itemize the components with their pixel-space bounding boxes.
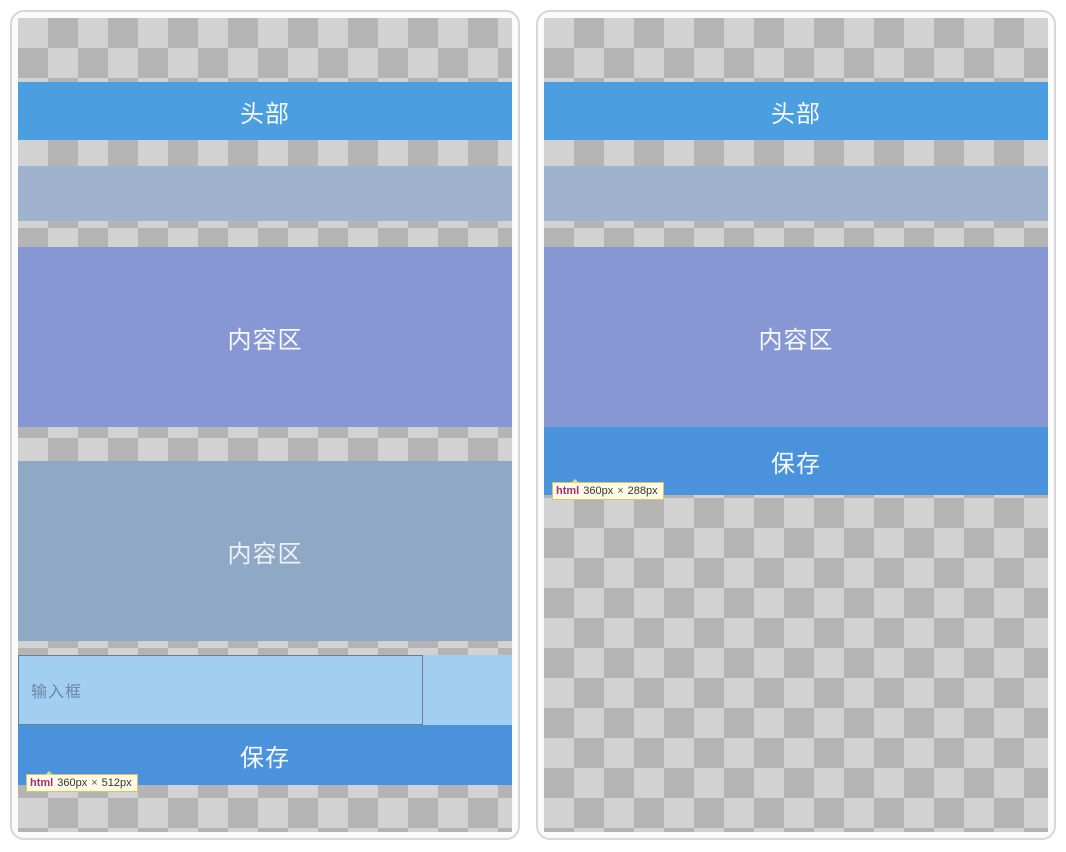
dim-height: 288px xyxy=(628,484,658,498)
save-label: 保存 xyxy=(240,738,290,773)
dim-tag: html xyxy=(30,776,53,790)
layout-stack-right: 头部 内容区 保存 xyxy=(544,18,1048,495)
dim-times: × xyxy=(617,484,623,498)
transparency-grid: 头部 内容区 保存 html 360px × 288px xyxy=(544,18,1048,832)
content-label-2: 内容区 xyxy=(228,534,303,569)
content-label: 内容区 xyxy=(759,320,834,355)
top-gap xyxy=(18,18,512,82)
gap xyxy=(544,221,1048,247)
gap xyxy=(18,140,512,166)
save-label: 保存 xyxy=(771,444,821,479)
section-gap-1 xyxy=(18,166,512,221)
gap xyxy=(18,641,512,655)
layout-stack-left: 头部 内容区 内容区 输入框 保存 xyxy=(18,18,512,785)
header-bar: 头部 xyxy=(18,82,512,140)
dim-width: 360px xyxy=(583,484,613,498)
header-label: 头部 xyxy=(240,94,290,129)
header-bar: 头部 xyxy=(544,82,1048,140)
gap xyxy=(18,427,512,461)
content-label-1: 内容区 xyxy=(228,320,303,355)
content-area: 内容区 xyxy=(544,247,1048,427)
transparency-grid: 头部 内容区 内容区 输入框 保存 html 360px × 51 xyxy=(18,18,512,832)
dimension-badge-left: html 360px × 512px xyxy=(26,774,138,792)
content-area-1: 内容区 xyxy=(18,247,512,427)
dim-tag: html xyxy=(556,484,579,498)
dim-height: 512px xyxy=(102,776,132,790)
input-row: 输入框 xyxy=(18,655,512,725)
preview-panel-right: 头部 内容区 保存 html 360px × 288px xyxy=(536,10,1056,840)
text-input[interactable]: 输入框 xyxy=(18,655,423,725)
content-area-2: 内容区 xyxy=(18,461,512,641)
dim-width: 360px xyxy=(57,776,87,790)
dimension-badge-right: html 360px × 288px xyxy=(552,482,664,500)
top-gap xyxy=(544,18,1048,82)
dim-times: × xyxy=(91,776,97,790)
preview-panel-left: 头部 内容区 内容区 输入框 保存 html 360px × 51 xyxy=(10,10,520,840)
input-placeholder: 输入框 xyxy=(31,678,82,702)
section-gap xyxy=(544,166,1048,221)
header-label: 头部 xyxy=(771,94,821,129)
gap xyxy=(18,221,512,247)
gap xyxy=(544,140,1048,166)
